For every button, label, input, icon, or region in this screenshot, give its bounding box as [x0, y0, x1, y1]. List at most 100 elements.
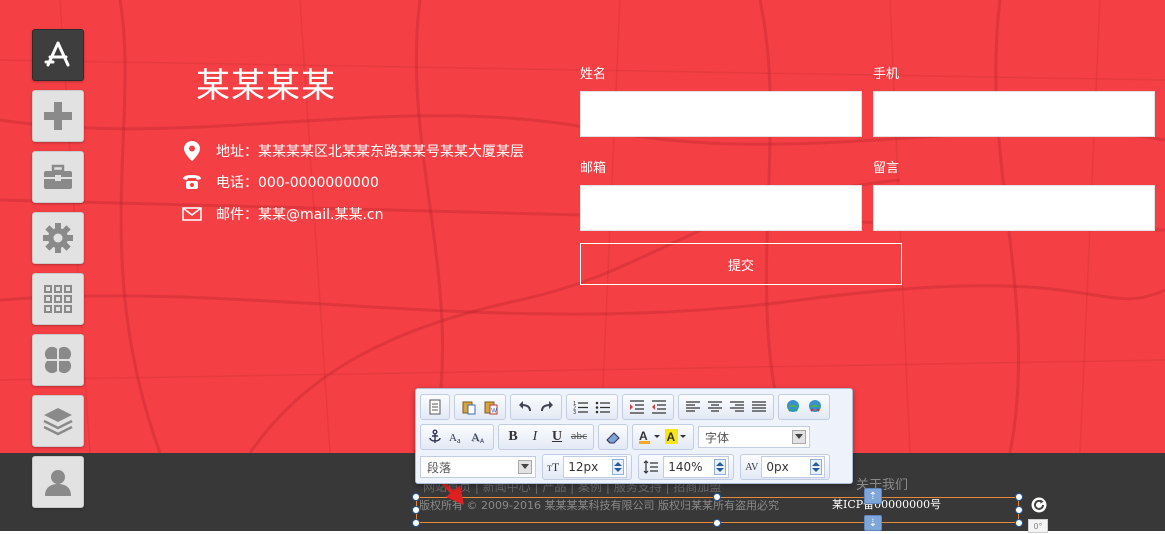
name-label: 姓名 — [580, 67, 607, 82]
paste-icon[interactable] — [458, 396, 480, 418]
resize-handle-bottom-right[interactable] — [1015, 519, 1023, 527]
spinner-arrows-icon[interactable] — [810, 459, 823, 475]
paragraph-value: 段落 — [427, 460, 452, 475]
font-family-select[interactable]: 字体 — [698, 426, 810, 448]
sidebar-item-user[interactable] — [32, 456, 84, 508]
spinner-arrows-icon[interactable] — [612, 459, 625, 475]
font-case-icon[interactable]: Aa — [446, 426, 468, 448]
email-label: 邮箱 — [580, 161, 607, 176]
telephone-icon — [182, 172, 202, 192]
text-color-button[interactable]: A — [637, 426, 663, 448]
email-input[interactable] — [580, 185, 862, 231]
resize-handle-top-middle[interactable] — [713, 493, 721, 501]
paste-word-icon[interactable]: W — [480, 396, 502, 418]
underline-button[interactable]: U — [546, 426, 568, 448]
svg-text:A: A — [449, 432, 457, 444]
align-left-icon[interactable] — [682, 396, 704, 418]
briefcase-icon — [44, 164, 72, 189]
source-code-icon[interactable] — [424, 396, 446, 418]
sidebar-item-grid[interactable] — [32, 273, 84, 325]
outdent-icon[interactable] — [648, 396, 670, 418]
sidebar-item-modules[interactable] — [32, 334, 84, 386]
clover-icon — [44, 346, 72, 374]
email-row: 邮件：某某@mail.某某.cn — [182, 203, 383, 225]
address-text: 地址：某某某某区北某某东路某某号某某大厦某层 — [216, 144, 524, 160]
resize-handle-right[interactable] — [1015, 506, 1023, 514]
unordered-list-icon[interactable] — [592, 396, 614, 418]
font-size-stepper[interactable]: 12px — [563, 456, 628, 478]
svg-text:A: A — [480, 438, 485, 445]
message-input[interactable] — [873, 185, 1155, 231]
contact-section: 某某某某 地址：某某某某区北某某东路某某号某某大厦某层 电话：000-00000… — [0, 0, 1165, 453]
indent-icon[interactable] — [626, 396, 648, 418]
ordered-list-icon[interactable]: 123 — [570, 396, 592, 418]
spinner-arrows-icon[interactable] — [714, 459, 727, 475]
sidebar-item-app-store[interactable] — [32, 29, 84, 81]
svg-text:A: A — [471, 430, 480, 444]
align-right-icon[interactable] — [726, 396, 748, 418]
align-justify-icon[interactable] — [748, 396, 770, 418]
insert-link-icon[interactable] — [782, 396, 804, 418]
undo-icon[interactable] — [514, 396, 536, 418]
font-size-value: 12px — [568, 460, 599, 474]
svg-text:W: W — [491, 409, 497, 415]
chevron-down-icon — [518, 460, 532, 474]
font-family-value: 字体 — [705, 430, 730, 445]
message-label: 留言 — [873, 161, 900, 176]
toolbar-row-3: 段落 TT 12px 140% AV 0px — [420, 454, 834, 480]
chevron-down-icon — [792, 430, 806, 444]
svg-text:a: a — [457, 436, 461, 445]
sidebar-item-layers[interactable] — [32, 395, 84, 447]
move-up-icon[interactable]: ⇡ — [864, 488, 882, 504]
highlight-color-button[interactable]: A — [663, 426, 689, 448]
sidebar-item-add[interactable] — [32, 90, 84, 142]
user-icon — [45, 470, 71, 496]
rotation-degree-badge: 0° — [1028, 519, 1048, 533]
font-shadow-icon[interactable]: AAA — [468, 426, 490, 448]
svg-text:A: A — [667, 430, 676, 444]
letter-spacing-icon: AV — [745, 461, 759, 473]
svg-text:3: 3 — [573, 410, 576, 415]
rotate-icon[interactable] — [1031, 497, 1047, 513]
resize-handle-left[interactable] — [412, 506, 420, 514]
eraser-icon[interactable] — [602, 426, 624, 448]
resize-handle-bottom-left[interactable] — [412, 519, 420, 527]
gear-icon — [43, 223, 73, 253]
svg-text:A: A — [639, 429, 648, 443]
line-height-stepper[interactable]: 140% — [663, 456, 730, 478]
toolbar-row-2: Aa AAA B I U abc A A 字体 — [420, 424, 810, 450]
toolbar-row-1: W 123 — [420, 394, 834, 420]
letter-spacing-stepper[interactable]: 0px — [761, 456, 826, 478]
app-store-icon — [44, 41, 70, 67]
company-title: 某某某某 — [196, 66, 336, 106]
align-center-icon[interactable] — [704, 396, 726, 418]
italic-button[interactable]: I — [524, 426, 546, 448]
rich-text-toolbar: W 123 A a A A A B I U abc A A 字体 段落 TT 1… — [415, 388, 853, 484]
location-pin-icon — [182, 141, 202, 161]
resize-handle-bottom-middle[interactable] — [713, 519, 721, 527]
resize-handle-top-right[interactable] — [1015, 493, 1023, 501]
phone-row: 电话：000-0000000000 — [182, 171, 379, 193]
remove-link-icon[interactable] — [804, 396, 826, 418]
layers-icon — [43, 408, 73, 436]
email-text: 邮件：某某@mail.某某.cn — [216, 207, 384, 223]
sidebar-item-settings[interactable] — [32, 212, 84, 264]
anchor-icon[interactable] — [424, 426, 446, 448]
phone-label: 手机 — [873, 67, 900, 82]
font-size-icon: TT — [547, 459, 560, 474]
phone-input[interactable] — [873, 91, 1155, 137]
paragraph-select[interactable]: 段落 — [420, 456, 536, 478]
line-height-icon — [643, 459, 659, 475]
strikethrough-button[interactable]: abc — [568, 426, 590, 448]
letter-spacing-value: 0px — [766, 460, 789, 474]
grid-icon — [44, 285, 72, 313]
redo-icon[interactable] — [536, 396, 558, 418]
name-input[interactable] — [580, 91, 862, 137]
bold-button[interactable]: B — [502, 426, 524, 448]
envelope-icon — [182, 204, 202, 224]
move-down-icon[interactable]: ⇣ — [864, 515, 882, 531]
address-row: 地址：某某某某区北某某东路某某号某某大厦某层 — [182, 140, 524, 162]
submit-button[interactable]: 提交 — [580, 243, 902, 285]
phone-text: 电话：000-0000000000 — [216, 175, 379, 191]
sidebar-item-toolbox[interactable] — [32, 151, 84, 203]
